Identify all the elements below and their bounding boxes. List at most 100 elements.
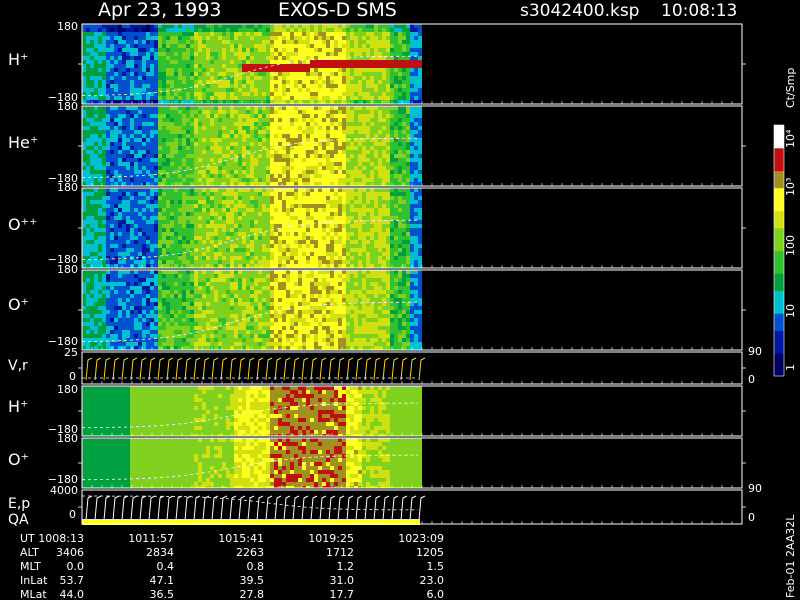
heatmap-cell bbox=[270, 158, 274, 162]
heatmap-cell bbox=[162, 100, 166, 104]
heatmap-cell bbox=[174, 56, 178, 60]
heatmap-cell bbox=[158, 158, 162, 162]
heatmap-cell bbox=[390, 64, 394, 68]
heatmap-cell bbox=[326, 106, 330, 110]
heatmap-cell bbox=[270, 142, 274, 146]
heatmap-cell bbox=[254, 80, 258, 84]
heatmap-cell bbox=[218, 264, 222, 268]
heatmap-cell bbox=[150, 158, 154, 162]
heatmap-cell bbox=[382, 44, 386, 48]
heatmap-cell bbox=[106, 32, 110, 36]
heatmap-cell bbox=[130, 146, 134, 150]
heatmap-cell bbox=[298, 92, 302, 96]
heatmap-cell bbox=[230, 236, 234, 240]
heatmap-cell bbox=[414, 130, 418, 134]
heatmap-cell bbox=[178, 204, 182, 208]
heatmap-cell bbox=[378, 264, 382, 268]
heatmap-cell bbox=[334, 166, 338, 170]
heatmap-cell bbox=[398, 130, 402, 134]
heatmap-cell bbox=[358, 196, 362, 200]
heatmap-cell bbox=[226, 182, 230, 186]
heatmap-cell bbox=[186, 72, 190, 76]
heatmap-cell bbox=[198, 80, 202, 84]
heatmap-cell bbox=[330, 224, 334, 228]
heatmap-cell bbox=[294, 64, 298, 68]
heatmap-cell bbox=[118, 244, 122, 248]
heatmap-cell bbox=[358, 248, 362, 252]
heatmap-cell bbox=[298, 76, 302, 80]
heatmap-cell bbox=[214, 36, 218, 40]
heatmap-cell bbox=[182, 188, 186, 192]
heatmap-cell bbox=[382, 106, 386, 110]
heatmap-cell bbox=[202, 106, 206, 110]
heatmap-cell bbox=[110, 64, 114, 68]
heatmap-cell bbox=[302, 236, 306, 240]
heatmap-cell bbox=[106, 212, 110, 216]
heatmap-cell bbox=[362, 228, 366, 232]
heatmap-cell bbox=[366, 48, 370, 52]
heatmap-cell bbox=[282, 88, 286, 92]
heatmap-cell bbox=[206, 122, 210, 126]
heatmap-cell bbox=[398, 80, 402, 84]
heatmap-cell bbox=[170, 256, 174, 260]
heatmap-cell bbox=[274, 158, 278, 162]
heatmap-cell bbox=[82, 146, 86, 150]
heatmap-cell bbox=[158, 100, 162, 104]
heatmap-cell bbox=[378, 24, 382, 28]
heatmap-cell bbox=[394, 130, 398, 134]
heatmap-cell bbox=[202, 134, 206, 138]
heatmap-cell bbox=[98, 88, 102, 92]
heatmap-cell bbox=[130, 126, 134, 130]
heatmap-cell bbox=[390, 106, 394, 110]
heatmap-cell bbox=[262, 134, 266, 138]
heatmap-cell bbox=[98, 252, 102, 256]
heatmap-cell bbox=[150, 232, 154, 236]
heatmap-cell bbox=[126, 76, 130, 80]
heatmap-cell bbox=[210, 76, 214, 80]
heatmap-cell bbox=[138, 126, 142, 130]
heatmap-cell bbox=[110, 114, 114, 118]
heatmap-cell bbox=[406, 106, 410, 110]
heatmap-cell bbox=[418, 174, 422, 178]
heatmap-cell bbox=[294, 158, 298, 162]
heatmap-cell bbox=[138, 260, 142, 264]
heatmap-cell bbox=[386, 122, 390, 126]
heatmap-cell bbox=[274, 204, 278, 208]
heatmap-cell bbox=[346, 228, 350, 232]
heatmap-cell bbox=[114, 188, 118, 192]
heatmap-cell bbox=[98, 158, 102, 162]
heatmap-cell bbox=[110, 146, 114, 150]
heatmap-cell bbox=[86, 88, 90, 92]
heatmap-cell bbox=[242, 228, 246, 232]
heatmap-cell bbox=[146, 208, 150, 212]
heatmap-cell bbox=[198, 204, 202, 208]
heatmap-cell bbox=[138, 44, 142, 48]
heatmap-cell bbox=[106, 146, 110, 150]
heatmap-cell bbox=[182, 154, 186, 158]
heatmap-cell bbox=[238, 252, 242, 256]
heatmap-cell bbox=[378, 178, 382, 182]
heatmap-cell bbox=[378, 256, 382, 260]
heatmap-cell bbox=[294, 122, 298, 126]
heatmap-cell bbox=[254, 56, 258, 60]
heatmap-cell bbox=[234, 220, 238, 224]
heatmap-cell bbox=[210, 72, 214, 76]
heatmap-cell bbox=[346, 60, 350, 64]
heatmap-cell bbox=[362, 130, 366, 134]
heatmap-cell bbox=[326, 52, 330, 56]
heatmap-cell bbox=[362, 188, 366, 192]
heatmap-cell bbox=[262, 158, 266, 162]
heatmap-cell bbox=[306, 220, 310, 224]
heatmap-cell bbox=[374, 204, 378, 208]
heatmap-cell bbox=[314, 106, 318, 110]
heatmap-cell bbox=[138, 212, 142, 216]
heatmap-cell bbox=[250, 174, 254, 178]
heatmap-cell bbox=[222, 236, 226, 240]
heatmap-cell bbox=[418, 44, 422, 48]
heatmap-cell bbox=[234, 84, 238, 88]
heatmap-cell bbox=[330, 244, 334, 248]
heatmap-cell bbox=[194, 188, 198, 192]
heatmap-cell bbox=[86, 80, 90, 84]
heatmap-cell bbox=[398, 146, 402, 150]
heatmap-cell bbox=[122, 110, 126, 114]
